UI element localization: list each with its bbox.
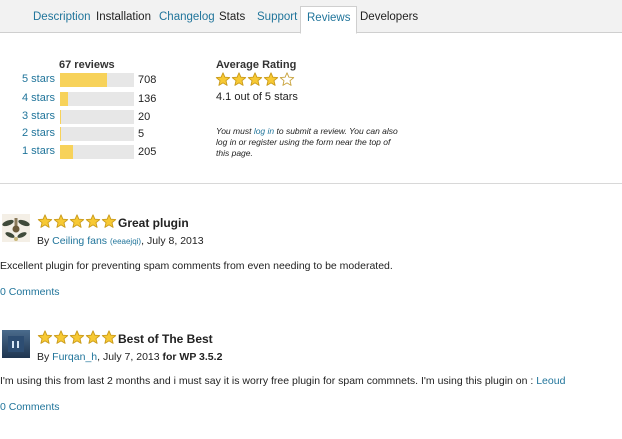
rating-row-2: 2 stars 5 [22, 127, 222, 141]
star-filled-icon [231, 72, 247, 87]
rating-label-1-stars[interactable]: 1 stars [22, 145, 55, 157]
star-filled-icon [53, 214, 69, 229]
star-filled-icon [101, 214, 117, 229]
rating-bar-track [60, 145, 134, 159]
rating-bar-fill [60, 110, 62, 124]
rating-row-4: 4 stars 136 [22, 92, 222, 106]
rating-label-3-stars[interactable]: 3 stars [22, 110, 55, 122]
review-comments-link[interactable]: 0 Comments [0, 286, 60, 298]
star-filled-icon [263, 72, 279, 87]
rating-count: 20 [138, 111, 151, 123]
average-rating-title: Average Rating [216, 59, 297, 71]
star-empty-icon [279, 72, 295, 87]
tab-stats[interactable]: Stats [219, 11, 245, 23]
tab-developers[interactable]: Developers [360, 11, 418, 23]
rating-bar-fill [60, 92, 69, 106]
review-author-link[interactable]: Furqan_h [52, 351, 97, 363]
rating-count: 708 [138, 74, 157, 86]
rating-count: 136 [138, 93, 157, 105]
tab-installation[interactable]: Installation [96, 11, 151, 23]
review-comments-link[interactable]: 0 Comments [0, 401, 60, 413]
tab-changelog[interactable]: Changelog [159, 11, 215, 23]
login-notice: You must log in to submit a review. You … [216, 126, 398, 159]
tab-bar: Description Installation Changelog Stats… [0, 0, 622, 34]
star-filled-icon [37, 214, 53, 229]
review-stars [37, 330, 117, 345]
average-rating-text: 4.1 out of 5 stars [216, 91, 298, 103]
rating-row-1: 1 stars 205 [22, 145, 222, 159]
rating-count: 5 [138, 128, 145, 140]
star-filled-icon [53, 330, 69, 345]
review-byline: By Furqan_h, July 7, 2013 for WP 3.5.2 [37, 351, 222, 363]
rating-row-3: 3 stars 20 [22, 110, 222, 124]
review-body: Excellent plugin for preventing spam com… [0, 260, 393, 272]
review-body-text: Excellent plugin for preventing spam com… [0, 260, 393, 272]
review-author-handle[interactable]: (eeaejqi) [110, 237, 141, 246]
rating-bar-track [60, 73, 134, 87]
star-filled-icon [69, 214, 85, 229]
star-filled-icon [69, 330, 85, 345]
star-filled-icon [247, 72, 263, 87]
star-filled-icon [215, 72, 231, 87]
rating-bar-track [60, 92, 134, 106]
section-divider [0, 183, 622, 184]
reviews-count-title: 67 reviews [59, 59, 115, 71]
login-link[interactable]: log in [254, 126, 274, 136]
tab-support[interactable]: Support [257, 11, 297, 23]
rating-bar-track [60, 127, 134, 141]
tab-reviews[interactable]: Reviews [300, 6, 358, 34]
review-wp-version: for WP 3.5.2 [162, 351, 223, 363]
rating-count: 205 [138, 146, 157, 158]
review-stars [37, 214, 117, 229]
review-byline: By Ceiling fans (eeaejqi), July 8, 2013 [37, 235, 204, 247]
byline-prefix: By [37, 351, 53, 363]
review-date: , July 7, 2013 [97, 351, 163, 363]
ceiling-fan-avatar-icon [2, 214, 30, 242]
review-author-link[interactable]: Ceiling fans [52, 235, 107, 247]
rating-bar-fill [60, 73, 108, 87]
star-filled-icon [101, 330, 117, 345]
rating-bar-track [60, 110, 134, 124]
star-filled-icon [37, 330, 53, 345]
star-filled-icon [85, 214, 101, 229]
star-filled-icon [85, 330, 101, 345]
rating-label-5-stars[interactable]: 5 stars [22, 73, 55, 85]
notice-text: You must [216, 126, 254, 136]
rating-row-5: 5 stars 708 [22, 73, 222, 87]
review-body-text: I'm using this from last 2 months and i … [0, 375, 537, 387]
rating-label-2-stars[interactable]: 2 stars [22, 127, 55, 139]
review-title: Best of The Best [118, 332, 213, 346]
byline-prefix: By [37, 235, 53, 247]
review-date: , July 8, 2013 [141, 235, 204, 247]
rating-label-4-stars[interactable]: 4 stars [22, 92, 55, 104]
blue-square-avatar-icon [2, 330, 30, 358]
review-body: I'm using this from last 2 months and i … [0, 375, 565, 387]
rating-bar-fill [60, 127, 62, 141]
review-body-link[interactable]: Leoud [536, 375, 565, 387]
tab-description[interactable]: Description [33, 11, 91, 23]
review-title: Great plugin [118, 216, 189, 230]
average-rating-stars [215, 72, 295, 87]
rating-bar-fill [60, 145, 74, 159]
